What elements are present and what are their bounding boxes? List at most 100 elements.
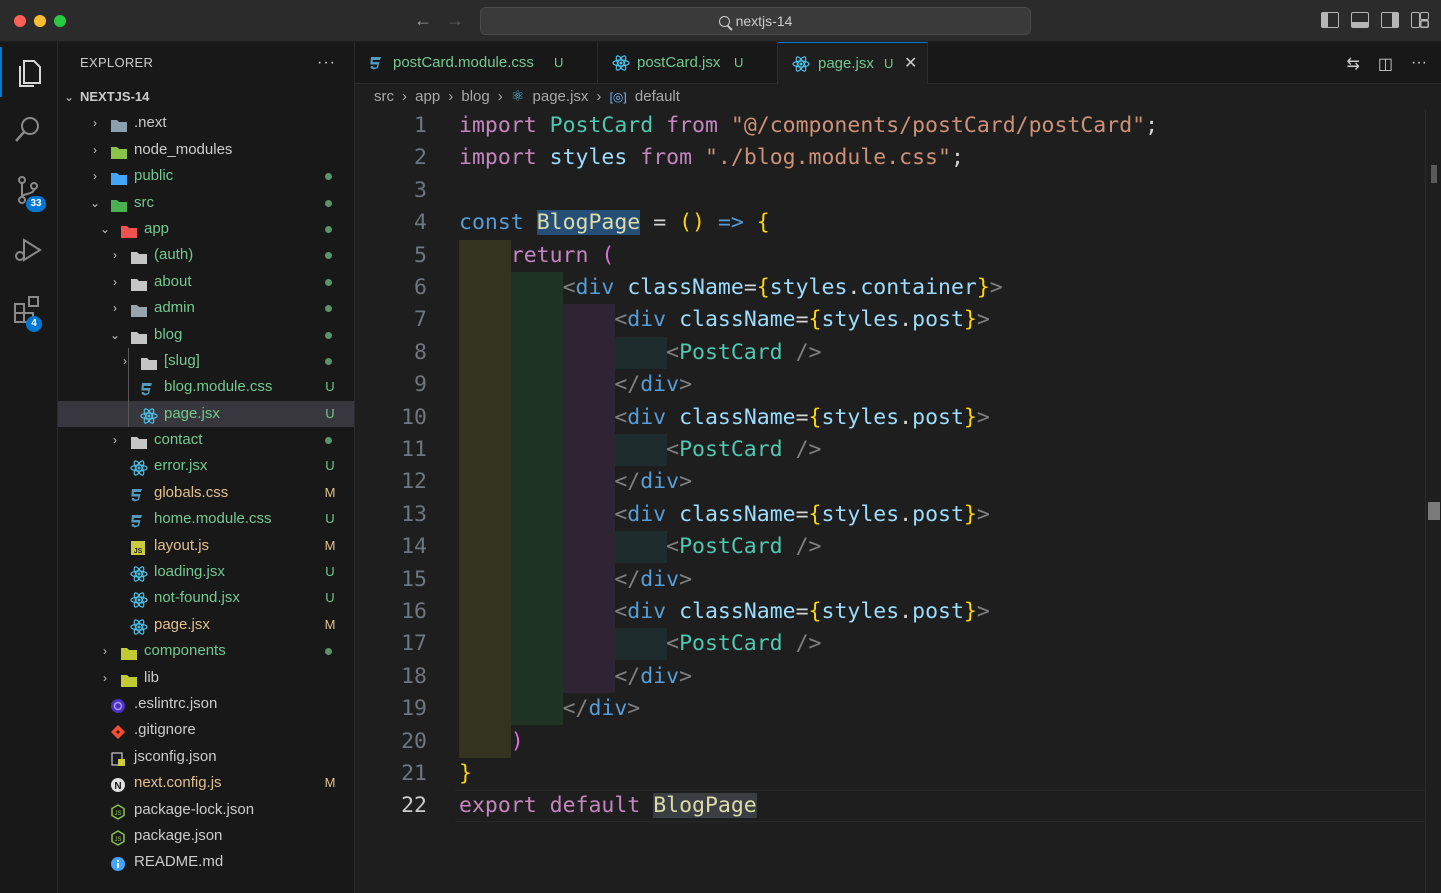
code-token: "./blog.module.css" [704, 145, 951, 171]
code-line[interactable]: 20 ) [355, 726, 1425, 758]
code-line[interactable]: 17 <PostCard /> [355, 628, 1425, 660]
search-activity[interactable] [0, 104, 58, 154]
tab-page-jsx[interactable]: page.jsx U ✕ [778, 42, 928, 84]
code-line[interactable]: 13 <div className={styles.post}> [355, 499, 1425, 531]
tree-item-label: .gitignore [134, 721, 196, 739]
tree-item[interactable]: Nnext.config.js M [58, 770, 354, 796]
tree-item[interactable]: › [slug] [58, 348, 354, 374]
line-number: 2 [414, 145, 427, 171]
code-line[interactable]: 18 </div> [355, 661, 1425, 693]
tree-item[interactable]: .gitignore [58, 717, 354, 743]
code-line[interactable]: 12 </div> [355, 466, 1425, 498]
tree-item[interactable]: blog.module.css U [58, 374, 354, 400]
line-number: 17 [401, 631, 427, 657]
code-line[interactable]: 4 const BlogPage = () => { [355, 207, 1425, 239]
code-token: { [756, 210, 770, 236]
code-token: post [912, 501, 964, 527]
more-actions-icon[interactable]: ··· [317, 42, 336, 84]
window-minimize-button[interactable] [34, 15, 46, 27]
tab-postcard-jsx[interactable]: postCard.jsx U [598, 42, 778, 84]
tree-item[interactable]: › (auth) [58, 242, 354, 268]
code-line[interactable]: 16 <div className={styles.post}> [355, 596, 1425, 628]
tree-item[interactable]: ⌄ app [58, 216, 354, 242]
line-number: 3 [414, 177, 427, 203]
more-actions-icon[interactable]: ··· [1411, 54, 1427, 74]
window-maximize-button[interactable] [54, 15, 66, 27]
folder-icon [140, 354, 157, 370]
react-file-icon: ⚛ [510, 88, 525, 105]
code-line[interactable]: 19 </div> [355, 693, 1425, 725]
tree-item[interactable]: › node_modules [58, 137, 354, 163]
tree-item[interactable]: error.jsx U [58, 453, 354, 479]
tree-item[interactable]: › about [58, 269, 354, 295]
breadcrumb-item[interactable]: src [374, 88, 394, 105]
code-line[interactable]: 21} [355, 758, 1425, 790]
code-token: div [575, 275, 615, 300]
tree-item[interactable]: page.jsx M [58, 612, 354, 638]
open-changes-icon[interactable]: ⇆ [1346, 54, 1359, 74]
code-line[interactable]: 3 [355, 175, 1425, 207]
tree-item[interactable]: › components [58, 638, 354, 664]
tree-item[interactable]: › contact [58, 427, 354, 453]
tree-item[interactable]: › lib [58, 665, 354, 691]
toggle-secondary-sidebar-icon[interactable] [1381, 12, 1399, 28]
tab-postcard-module-css[interactable]: postCard.module.css U [355, 42, 598, 84]
breadcrumb-item[interactable]: app [415, 88, 440, 105]
tree-item[interactable]: jsconfig.json [58, 744, 354, 770]
code-line[interactable]: 7 <div className={styles.post}> [355, 304, 1425, 336]
breadcrumb-item[interactable]: default [635, 88, 680, 105]
code-token: . [899, 404, 913, 430]
command-center-search[interactable]: nextjs-14 [480, 7, 1031, 35]
run-debug-activity[interactable] [0, 224, 58, 274]
code-line[interactable]: 14 <PostCard /> [355, 531, 1425, 563]
source-control-activity[interactable]: 33 [0, 164, 58, 214]
code-line[interactable]: 15 </div> [355, 564, 1425, 596]
tree-item[interactable]: JS layout.js M [58, 533, 354, 559]
code-token: > [989, 275, 1003, 300]
code-line[interactable]: 6 <div className={styles.container}> [355, 272, 1425, 304]
code-content: </div> [459, 661, 692, 693]
breadcrumb-item[interactable]: blog [461, 88, 489, 105]
tree-item[interactable]: › public [58, 163, 354, 189]
tree-item[interactable]: JS package-lock.json [58, 797, 354, 823]
customize-layout-icon[interactable] [1411, 12, 1429, 28]
tree-item[interactable]: loading.jsx U [58, 559, 354, 585]
tree-item[interactable]: ⌄ src [58, 190, 354, 216]
code-line[interactable]: 9 </div> [355, 369, 1425, 401]
code-line[interactable]: 22 export default BlogPage [355, 790, 1425, 822]
tree-root-nextjs-14[interactable]: ⌄ NEXTJS-14 [58, 84, 354, 110]
window-close-button[interactable] [14, 15, 26, 27]
tree-item[interactable]: .eslintrc.json [58, 691, 354, 717]
toggle-primary-sidebar-icon[interactable] [1321, 12, 1339, 28]
toggle-panel-icon[interactable] [1351, 12, 1369, 28]
forward-arrow-icon[interactable]: → [446, 10, 464, 31]
code-line[interactable]: 1 import PostCard from "@/components/post… [355, 110, 1425, 142]
code-token: => [705, 210, 757, 236]
code-editor[interactable]: 1 import PostCard from "@/components/post… [355, 110, 1441, 893]
svg-text:N: N [114, 781, 121, 792]
tree-item[interactable]: globals.css M [58, 480, 354, 506]
code-line[interactable]: 2 import styles from "./blog.module.css"; [355, 142, 1425, 174]
explorer-activity[interactable] [0, 47, 58, 97]
split-editor-icon[interactable]: ◫ [1378, 54, 1393, 74]
tree-item[interactable]: ⌄ blog [58, 322, 354, 348]
code-line[interactable]: 10 <div className={styles.post}> [355, 402, 1425, 434]
code-line[interactable]: 8 <PostCard /> [355, 337, 1425, 369]
code-line[interactable]: 11 <PostCard /> [355, 434, 1425, 466]
tree-item[interactable]: › admin [58, 295, 354, 321]
close-tab-icon[interactable]: ✕ [904, 43, 917, 85]
code-token: { [808, 404, 822, 430]
tree-item[interactable]: page.jsx U [58, 400, 354, 428]
tree-item[interactable]: › .next [58, 110, 354, 136]
tree-item[interactable]: home.module.css U [58, 506, 354, 532]
code-token: /> [782, 437, 822, 462]
code-line[interactable]: 5 return ( [355, 240, 1425, 272]
tree-item[interactable]: README.md [58, 849, 354, 875]
breadcrumb-item[interactable]: page.jsx [533, 88, 589, 105]
back-arrow-icon[interactable]: ← [414, 10, 432, 31]
tree-item[interactable]: not-found.jsx U [58, 585, 354, 611]
extensions-activity[interactable]: 4 [0, 284, 58, 334]
tree-item[interactable]: JS package.json [58, 823, 354, 849]
code-token: } [963, 501, 977, 527]
editor-scrollbar[interactable] [1425, 110, 1441, 893]
